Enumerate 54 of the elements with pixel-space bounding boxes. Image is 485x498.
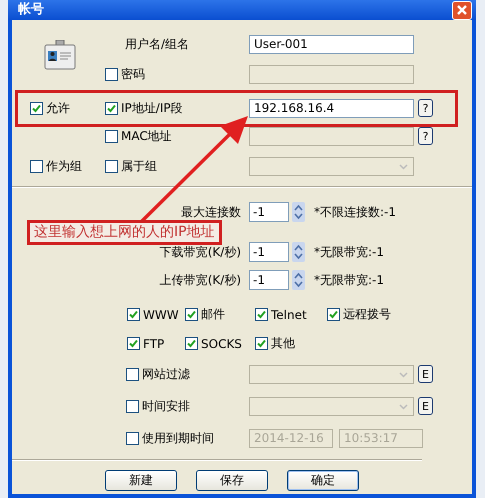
check-icon	[187, 339, 196, 348]
check-icon	[32, 104, 41, 112]
protocol-checkbox[interactable]: 远程拨号	[327, 306, 407, 323]
limit-note: *无限带宽:-1	[314, 272, 384, 288]
filter-checkbox[interactable]: 网站过滤	[126, 366, 249, 382]
close-icon	[456, 4, 468, 16]
spinner-control[interactable]	[292, 270, 305, 290]
edit-button[interactable]: E	[418, 397, 433, 415]
spinner-control[interactable]	[292, 242, 305, 262]
check-icon	[187, 310, 196, 319]
password-checkbox[interactable]: 密码	[105, 66, 249, 82]
close-button[interactable]	[452, 0, 472, 20]
dialog-button[interactable]: 保存	[196, 470, 268, 491]
limit-note: *无限带宽:-1	[314, 244, 384, 260]
protocol-checkbox[interactable]: FTP	[127, 335, 185, 352]
mac-field[interactable]	[249, 126, 414, 146]
check-icon	[129, 339, 138, 348]
protocol-checkbox[interactable]: 其他	[255, 335, 327, 352]
filter-checkbox[interactable]: 时间安排	[126, 398, 249, 414]
ip-field[interactable]: 192.168.16.4	[249, 98, 414, 118]
window-title: 帐号	[18, 2, 44, 18]
expiry-checkbox[interactable]: 使用到期时间	[126, 430, 249, 446]
help-button[interactable]: ?	[418, 127, 433, 145]
check-icon	[257, 310, 266, 319]
ip-checkbox[interactable]: IP地址/IP段	[105, 100, 183, 116]
check-icon	[257, 339, 266, 348]
protocol-checkbox[interactable]: Telnet	[255, 306, 327, 323]
username-label: 用户名/组名	[125, 36, 190, 52]
username-field[interactable]: User-001	[249, 34, 414, 54]
limit-label: 下载带宽(K/秒)	[158, 244, 241, 260]
help-button[interactable]: ?	[418, 99, 433, 117]
spinner-control[interactable]	[292, 202, 305, 222]
protocol-checkbox[interactable]: 邮件	[185, 306, 255, 323]
limit-label: 上传带宽(K/秒)	[158, 272, 241, 288]
dialog-button[interactable]: 确定	[287, 470, 359, 491]
as-group-checkbox[interactable]: 作为组	[30, 158, 105, 174]
check-icon	[129, 310, 138, 319]
number-field[interactable]: -1	[249, 202, 289, 222]
number-field[interactable]: -1	[249, 242, 289, 262]
annotation-callout: 这里输入想上网的人的IP地址	[27, 220, 222, 245]
dialog-button[interactable]: 新建	[105, 470, 177, 491]
mac-checkbox[interactable]: MAC地址	[105, 128, 249, 144]
limit-label: 最大连接数	[180, 204, 241, 220]
password-field[interactable]	[249, 64, 414, 84]
edit-button[interactable]: E	[418, 365, 433, 383]
check-icon	[329, 310, 338, 319]
check-icon	[107, 104, 116, 112]
limit-note: *不限连接数:-1	[314, 204, 396, 220]
allow-checkbox[interactable]: 允许	[30, 100, 105, 116]
number-field[interactable]: -1	[249, 270, 289, 290]
member-of-checkbox[interactable]: 属于组	[105, 158, 249, 174]
id-card-icon	[44, 40, 76, 70]
protocol-checkbox[interactable]: WWW	[127, 306, 185, 323]
protocol-checkbox[interactable]: SOCKS	[185, 335, 255, 352]
